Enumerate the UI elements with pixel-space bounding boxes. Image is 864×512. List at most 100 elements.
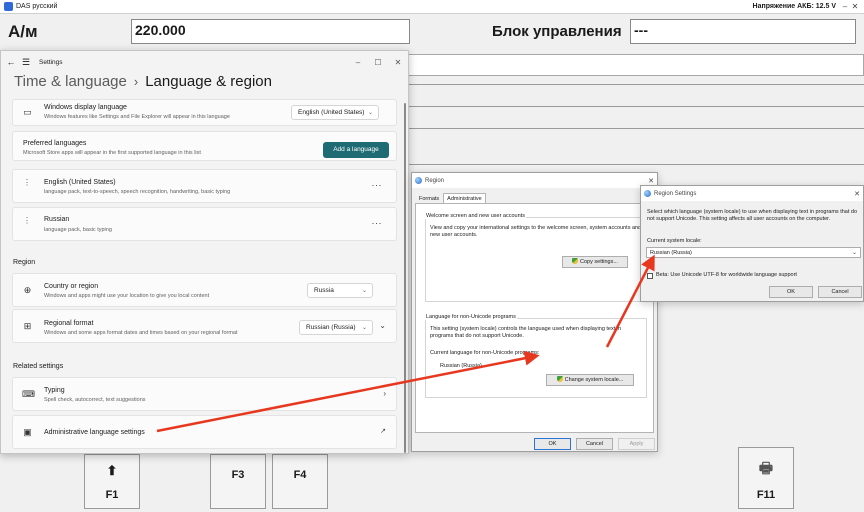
chevron-down-icon: ⌄ [851,250,857,256]
scrollbar[interactable] [404,103,406,453]
copy-settings-button[interactable]: Copy settings... [562,256,628,268]
change-system-locale-button[interactable]: Change system locale... [546,374,634,386]
keyboard-icon: ⌨ [22,389,35,399]
region-settings-ok-button[interactable]: OK [769,286,813,298]
minimize-icon[interactable]: – [840,2,850,11]
chevron-down-icon: ⌄ [361,288,367,294]
close-icon[interactable]: ✕ [851,190,863,198]
current-system-locale-label: Current system locale: [647,238,702,244]
f3-button[interactable]: F3 [210,454,266,509]
admin-shield-icon: ▣ [23,427,32,437]
settings-titlebar: ← ☰ Settings – ☐ ✕ [1,51,408,73]
monitor-icon: ▭ [23,107,32,117]
chevron-down-icon: ⌄ [367,110,373,116]
calendar-clock-icon: ⊞ [23,321,32,331]
breadcrumb: Time & language › Language & region [14,73,272,90]
region-titlebar: Region ✕ [412,173,657,188]
external-link-icon: ↗ [380,428,386,435]
system-locale-select[interactable]: Russian (Russia) ⌄ [646,247,861,258]
page-title: Language & region [145,73,272,90]
close-icon[interactable]: ✕ [645,177,657,185]
region-settings-description: Select which language (system locale) to… [647,209,858,222]
more-options-icon[interactable]: ··· [372,180,383,190]
non-unicode-heading: Language for non-Unicode programs [425,314,517,320]
display-language-dropdown[interactable]: English (United States) ⌄ [291,105,379,120]
add-language-button[interactable]: Add a language [323,142,389,158]
country-region-subtitle: Windows and apps might use your location… [44,293,210,299]
regional-format-card: ⊞ Regional format Windows and some apps … [12,309,397,343]
language-name: English (United States) [44,179,116,186]
f1-button[interactable]: ⬆ F1 [84,454,140,509]
related-settings-heading: Related settings [13,363,64,370]
uac-shield-icon [572,258,579,264]
das-window-title: DAS русский [16,3,58,10]
expand-chevron-icon[interactable]: ⌄ [379,321,386,330]
das-divider [402,164,864,165]
am-value-field: 220.000 [131,19,410,44]
region-tab-panel: Welcome screen and new user accounts Vie… [415,203,654,433]
preferred-languages-card: Preferred languages Microsoft Store apps… [12,131,397,161]
non-unicode-text: This setting (system locale) controls th… [430,326,622,339]
globe-icon: ⊕ [23,285,32,295]
drag-handle-icon[interactable]: ⋮ [23,217,31,225]
regional-format-title: Regional format [44,320,94,327]
block-label: Блок управления [492,23,622,40]
welcome-text: View and copy your international setting… [430,225,642,238]
welcome-heading: Welcome screen and new user accounts [425,213,526,219]
hamburger-menu-icon[interactable]: ☰ [19,57,33,68]
drag-handle-icon[interactable]: ⋮ [23,179,31,187]
more-options-icon[interactable]: ··· [372,218,383,228]
region-settings-cancel-button[interactable]: Cancel [818,286,862,298]
country-region-dropdown[interactable]: Russia ⌄ [307,283,373,298]
f11-button[interactable]: 🖶 F11 [738,447,794,509]
region-ok-button[interactable]: OK [534,438,571,450]
typing-title: Typing [44,387,65,394]
settings-window: ← ☰ Settings – ☐ ✕ Time & language › Lan… [0,50,409,454]
das-divider [402,128,864,129]
f4-button[interactable]: F4 [272,454,328,509]
region-settings-dialog: Region Settings ✕ Select which language … [640,185,864,302]
current-non-unicode-label: Current language for non-Unicode program… [430,350,540,356]
region-cancel-button[interactable]: Cancel [576,438,613,450]
country-region-card: ⊕ Country or region Windows and apps mig… [12,273,397,307]
maximize-icon[interactable]: ☐ [368,58,388,67]
region-dialog-title: Region [425,177,445,184]
breadcrumb-parent[interactable]: Time & language [14,73,127,90]
am-label: А/м [8,22,38,41]
chevron-down-icon: ⌄ [361,325,367,331]
language-detail: language pack, text-to-speech, speech re… [44,189,231,195]
preferred-languages-title: Preferred languages [23,140,87,147]
das-divider [402,84,864,85]
language-list-item[interactable]: ⋮ English (United States) language pack,… [12,169,397,203]
das-info-row [402,54,864,76]
close-icon[interactable]: ✕ [850,2,860,11]
typing-subtitle: Spell check, autocorrect, text suggestio… [44,397,146,403]
typing-row[interactable]: ⌨ Typing Spell check, autocorrect, text … [12,377,397,411]
close-icon[interactable]: ✕ [388,58,408,67]
globe-icon [415,177,422,184]
das-titlebar: DAS русский Напряжение АКБ: 12.5 V – ✕ [0,0,864,14]
das-logo-icon [4,2,13,11]
globe-icon [644,190,651,197]
display-language-title: Windows display language [44,104,127,111]
region-settings-title: Region Settings [654,190,697,197]
language-list-item[interactable]: ⋮ Russian language pack, basic typing ··… [12,207,397,241]
chevron-right-icon: › [133,74,139,89]
region-dialog: Region ✕ Formats Administrative Welcome … [411,172,658,452]
das-divider [402,106,864,107]
minimize-icon[interactable]: – [348,58,368,67]
current-non-unicode-value: Russian (Russia) [440,363,482,369]
regional-format-subtitle: Windows and some apps format dates and t… [44,330,238,336]
utf8-beta-label: Beta: Use Unicode UTF-8 for worldwide la… [656,272,797,278]
utf8-beta-checkbox[interactable] [647,273,653,279]
regional-format-dropdown[interactable]: Russian (Russia) ⌄ [299,320,373,335]
admin-language-settings-row[interactable]: ▣ Administrative language settings ↗ [12,415,397,449]
settings-window-title: Settings [39,58,63,66]
display-language-subtitle: Windows features like Settings and File … [44,114,230,120]
admin-language-settings-title: Administrative language settings [44,429,145,436]
uac-shield-icon [556,376,563,382]
battery-voltage: Напряжение АКБ: 12.5 V [752,3,836,10]
region-apply-button[interactable]: Apply [618,438,655,450]
chevron-right-icon: › [383,389,386,398]
back-arrow-icon[interactable]: ← [3,57,19,67]
